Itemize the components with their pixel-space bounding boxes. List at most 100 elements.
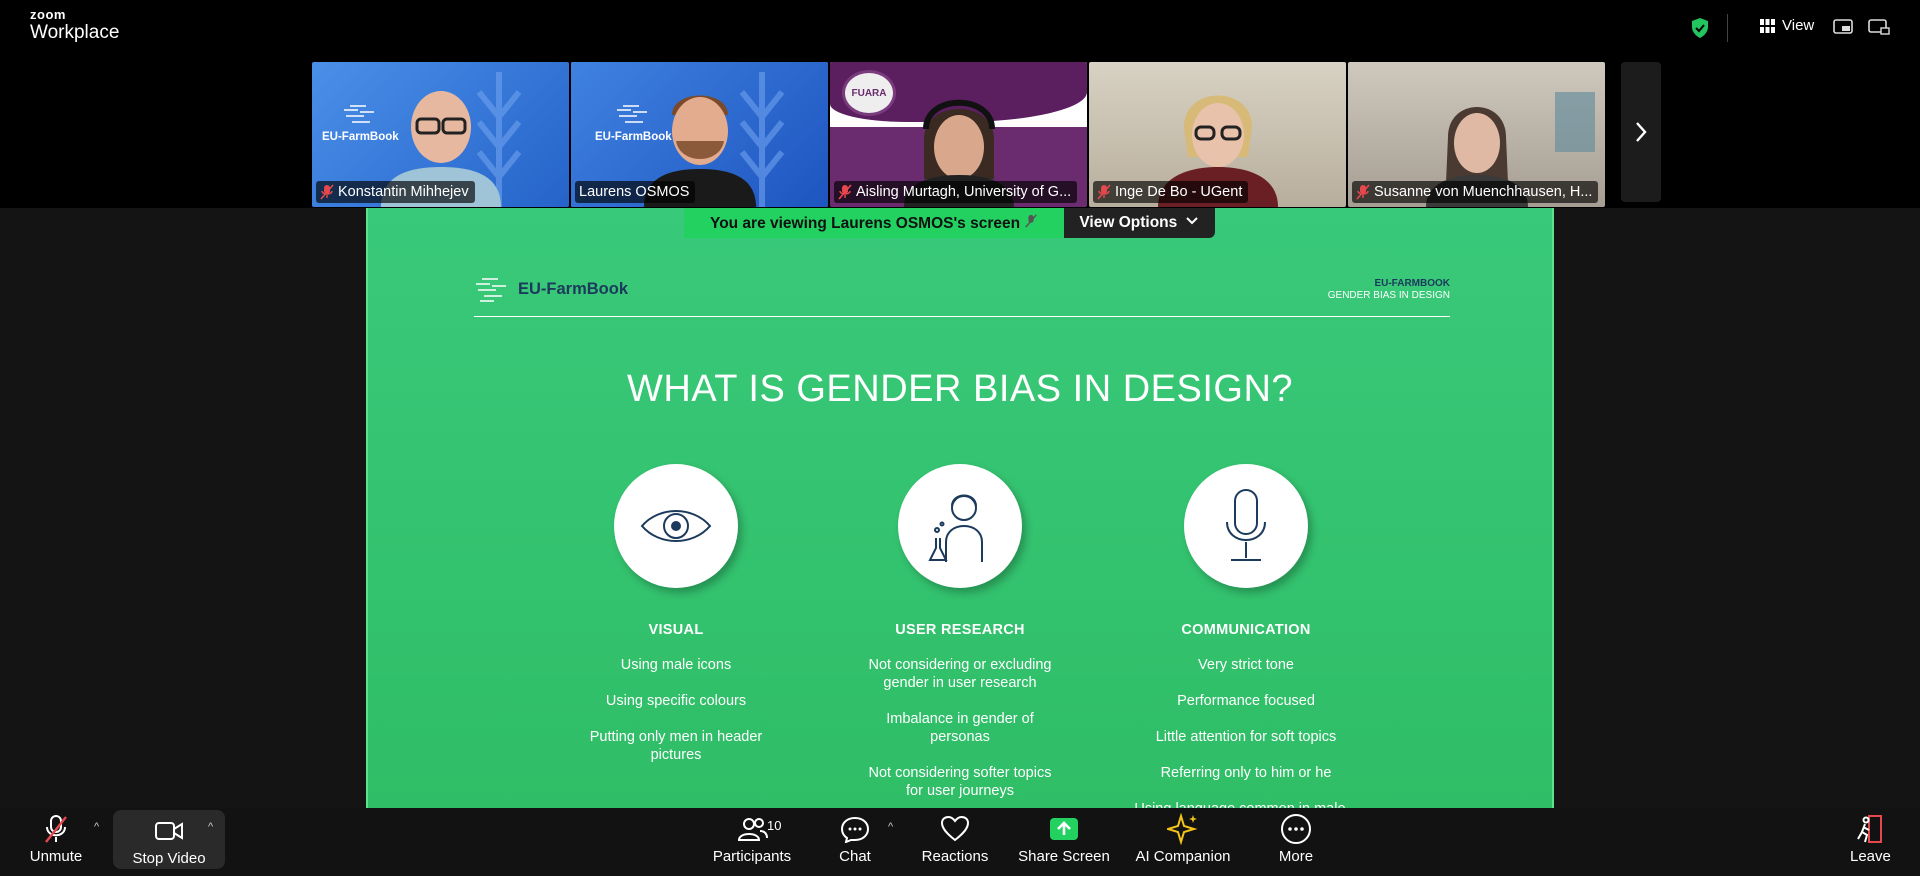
column-item: Not considering softer topics for user j…	[868, 765, 1052, 799]
mic-off-icon	[1025, 214, 1038, 228]
chat-options-caret[interactable]: ^	[888, 821, 893, 833]
view-options-label: View Options	[1079, 214, 1178, 231]
more-icon	[1281, 814, 1311, 844]
participant-name-tag: Laurens OSMOS	[575, 181, 696, 203]
eye-icon	[614, 464, 738, 588]
slide-title: WHAT IS GENDER BIAS IN DESIGN?	[626, 368, 1294, 410]
topbar-divider	[1727, 14, 1728, 42]
leave-button[interactable]: Leave	[1850, 810, 1891, 865]
participant-tile-4[interactable]: Susanne von Muenchhausen, H...	[1348, 62, 1605, 207]
share-screen-button[interactable]: Share Screen	[1016, 810, 1112, 865]
grid-icon	[1760, 18, 1775, 33]
view-options-button[interactable]: View Options	[1064, 208, 1216, 238]
column-heading: COMMUNICATION	[1181, 622, 1311, 638]
brand-top: zoom	[30, 7, 66, 22]
fuara-logo: FUARA	[842, 70, 896, 116]
column-item: Putting only men in header pictures	[589, 729, 763, 763]
share-screen-icon	[1050, 818, 1078, 840]
farmbook-logo-icon	[476, 278, 506, 302]
unmute-label: Unmute	[29, 848, 83, 865]
stop-video-button[interactable]: Stop Video	[113, 810, 225, 869]
participant-strip: EU-FarmBook Konstantin Mihhejev EU-FarmB…	[0, 60, 1920, 208]
audio-options-caret[interactable]: ^	[94, 821, 99, 833]
column-item: Performance focused	[1177, 693, 1315, 709]
chat-icon	[840, 816, 870, 843]
meeting-controls: Unmute ^ Stop Video ^ Participants Chat …	[0, 808, 1920, 876]
column-item: Not considering or excluding gender in u…	[868, 657, 1052, 691]
participants-icon	[737, 818, 768, 841]
ai-companion-button[interactable]: AI Companion	[1132, 810, 1234, 865]
stop-video-label: Stop Video	[132, 850, 206, 867]
chevron-right-icon	[1636, 122, 1647, 142]
participant-name-tag: Inge De Bo - UGent	[1093, 181, 1249, 203]
slide-tagline: EU-FARMBOOK GENDER BIAS IN DESIGN	[1328, 278, 1450, 302]
unmute-button[interactable]: Unmute	[22, 810, 90, 865]
chat-button[interactable]: Chat	[831, 810, 879, 865]
column-item: Using male icons	[620, 657, 732, 673]
viewing-text: You are viewing Laurens OSMOS's screen	[710, 215, 1021, 232]
participant-tile-2[interactable]: FUARA Aisling Murtagh, University of G..…	[830, 62, 1087, 207]
view-label: View	[1782, 17, 1815, 34]
mic-off-icon	[320, 184, 334, 200]
ai-companion-label: AI Companion	[1135, 848, 1231, 865]
participant-name: Laurens OSMOS	[579, 184, 690, 200]
participants-button[interactable]: Participants	[708, 810, 796, 865]
brand-bottom: Workplace	[30, 22, 120, 43]
more-button[interactable]: More	[1273, 810, 1319, 865]
participant-tile-1[interactable]: EU-FarmBook Laurens OSMOS	[571, 62, 828, 207]
chat-label: Chat	[839, 848, 871, 865]
participants-label: Participants	[712, 848, 792, 865]
shared-screen-area: EU-FarmBook EU-FARMBOOK GENDER BIAS IN D…	[0, 208, 1920, 820]
viewing-label: You are viewing Laurens OSMOS's screen	[684, 208, 1065, 238]
participant-name-tag: Susanne von Muenchhausen, H...	[1352, 181, 1599, 203]
participant-tile-0[interactable]: EU-FarmBook Konstantin Mihhejev	[312, 62, 569, 207]
slide-tag-line2: GENDER BIAS IN DESIGN	[1327, 290, 1450, 301]
column-item: Very strict tone	[1198, 657, 1294, 673]
participant-name-tag: Konstantin Mihhejev	[316, 181, 475, 203]
slide-logo-text: EU-FarmBook	[518, 279, 629, 298]
column-item: Little attention for soft topics	[1155, 729, 1337, 745]
slide-column-visual: VISUAL Using male icons Using specific c…	[546, 464, 806, 764]
column-heading: VISUAL	[648, 622, 704, 638]
column-item: Referring only to him or he	[1160, 765, 1332, 781]
security-shield-icon[interactable]	[1690, 17, 1710, 39]
painting	[1555, 92, 1595, 152]
view-button[interactable]: View	[1760, 17, 1814, 34]
participant-name: Konstantin Mihhejev	[338, 184, 469, 200]
column-heading: USER RESEARCH	[895, 622, 1025, 638]
participants-count-badge: 10	[767, 818, 782, 833]
fullscreen-icon[interactable]	[1868, 18, 1890, 36]
viewing-banner: You are viewing Laurens OSMOS's screen V…	[684, 208, 1216, 238]
sparkle-icon	[1167, 813, 1198, 845]
column-item: Using specific colours	[605, 693, 747, 709]
participant-tile-3[interactable]: Inge De Bo - UGent	[1089, 62, 1346, 207]
video-options-caret[interactable]: ^	[208, 821, 213, 833]
mic-off-icon	[1097, 184, 1111, 200]
share-screen-label: Share Screen	[1018, 848, 1110, 865]
mic-off-icon	[45, 815, 67, 843]
next-page-button[interactable]	[1621, 62, 1661, 202]
column-item: Imbalance in gender of personas	[886, 711, 1034, 745]
mic-off-icon	[838, 184, 852, 200]
more-label: More	[1278, 848, 1314, 865]
leave-door-icon	[1857, 815, 1882, 843]
heart-icon	[940, 815, 970, 842]
scientist-icon	[898, 464, 1022, 588]
shared-slide: EU-FarmBook EU-FARMBOOK GENDER BIAS IN D…	[366, 208, 1554, 820]
video-camera-icon	[155, 822, 183, 840]
reactions-button[interactable]: Reactions	[918, 810, 992, 865]
picture-in-picture-icon[interactable]	[1833, 18, 1855, 36]
slide-column-user-research: USER RESEARCH Not considering or excludi…	[830, 464, 1090, 800]
zoom-logo: zoom Workplace	[30, 8, 119, 44]
participant-name: Aisling Murtagh, University of G...	[856, 184, 1072, 200]
reactions-label: Reactions	[921, 848, 989, 865]
participant-name-tag: Aisling Murtagh, University of G...	[834, 181, 1078, 203]
slide-divider	[474, 316, 1450, 317]
leave-label: Leave	[1850, 848, 1891, 865]
microphone-icon	[1184, 464, 1308, 588]
participant-name: Susanne von Muenchhausen, H...	[1374, 184, 1593, 200]
mic-off-icon	[1356, 184, 1370, 200]
chevron-down-icon	[1186, 217, 1198, 225]
slide-column-communication: COMMUNICATION Very strict tone Performan…	[1116, 464, 1376, 818]
slide-logo: EU-FarmBook	[472, 274, 628, 304]
